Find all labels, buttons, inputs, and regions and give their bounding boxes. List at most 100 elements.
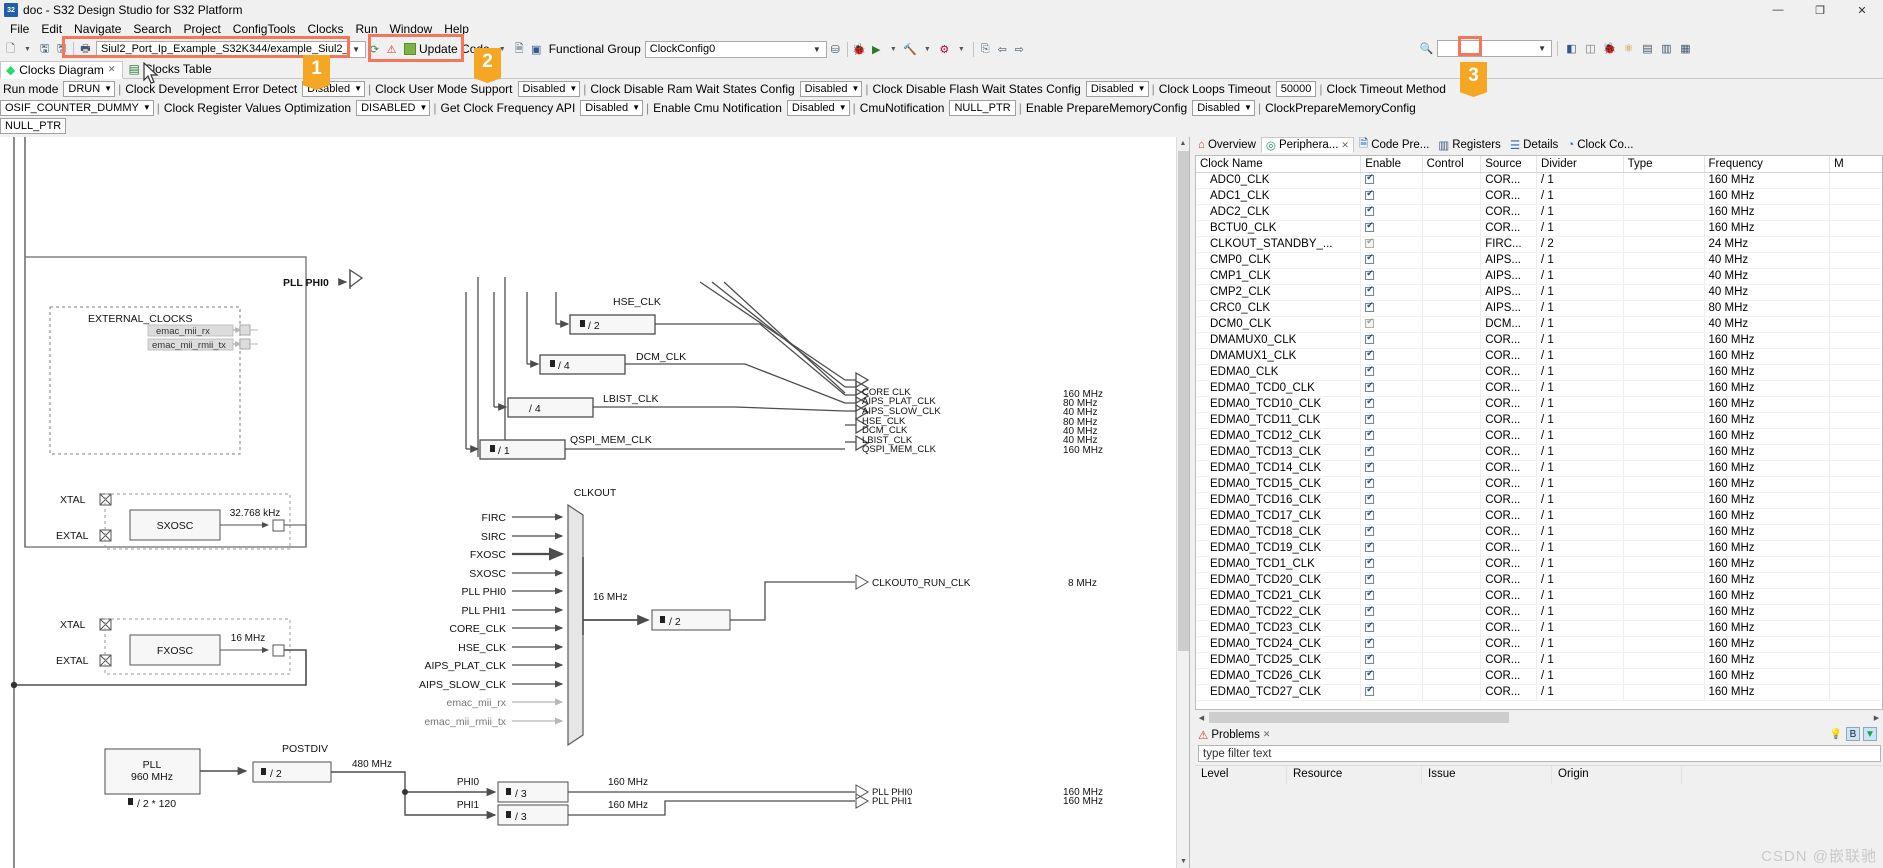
tab-details[interactable]: ☰ Details (1506, 137, 1562, 153)
clock-table-horizontal-scrollbar[interactable]: ◀ ▶ (1195, 711, 1883, 724)
table-row[interactable]: EDMA0_TCD0_CLK COR.../ 1 160 MHz (1196, 380, 1882, 397)
build-icon[interactable]: 🔨 (902, 41, 919, 58)
checkbox-icon[interactable] (1365, 572, 1375, 584)
menu-item-search[interactable]: Search (127, 21, 177, 37)
debug-icon[interactable]: 🐞 (851, 41, 868, 58)
cell-enable[interactable] (1360, 508, 1423, 525)
tab-overview[interactable]: ⌂ Overview (1194, 137, 1260, 153)
scrollbar-thumb[interactable] (1178, 151, 1189, 651)
checkbox-icon[interactable] (1365, 252, 1375, 264)
chevron-down-icon[interactable]: ▼ (349, 45, 363, 54)
cell-enable[interactable] (1360, 540, 1423, 557)
perspective-debug-icon[interactable]: 🐞 (1601, 40, 1618, 57)
clock-disable-flash-wait-select[interactable]: Disabled ▼ (1085, 80, 1149, 97)
close-icon[interactable]: ✕ (1341, 140, 1349, 151)
diagram-vertical-scrollbar[interactable]: ▲ ▼ (1176, 137, 1189, 868)
perspective-extra-icon[interactable]: ⚛ (1620, 40, 1637, 57)
table-row[interactable]: CRC0_CLK AIPS.../ 1 80 MHz (1196, 300, 1882, 317)
checkbox-icon[interactable] (1365, 220, 1375, 232)
cell-enable[interactable] (1360, 636, 1423, 653)
run-icon[interactable]: ▶ (868, 41, 885, 58)
checkbox-icon[interactable] (1365, 668, 1375, 680)
col-type[interactable]: Type (1623, 156, 1705, 173)
checkbox-icon[interactable] (1365, 300, 1375, 312)
get-clock-frequency-api-select[interactable]: Disabled ▼ (580, 99, 644, 116)
checkbox-icon[interactable] (1365, 508, 1375, 520)
tab-registers[interactable]: ▥ Registers (1434, 137, 1504, 153)
cell-enable[interactable] (1360, 492, 1423, 509)
table-row[interactable]: EDMA0_TCD21_CLK COR.../ 1 160 MHz (1196, 588, 1882, 605)
table-row[interactable]: EDMA0_TCD19_CLK COR.../ 1 160 MHz (1196, 540, 1882, 557)
checkbox-icon[interactable] (1365, 172, 1375, 184)
scroll-right-icon[interactable]: ▶ (1870, 711, 1883, 724)
cell-enable[interactable] (1360, 364, 1423, 381)
hint-icon[interactable]: 💡 (1829, 727, 1843, 741)
menu-item-navigate[interactable]: Navigate (68, 21, 127, 37)
table-row[interactable]: DMAMUX1_CLK COR.../ 1 160 MHz (1196, 348, 1882, 365)
chevron-down-icon[interactable]: ▼ (1240, 103, 1252, 112)
cell-enable[interactable] (1360, 588, 1423, 605)
checkbox-icon[interactable] (1365, 204, 1375, 216)
menu-item-file[interactable]: File (4, 21, 35, 37)
table-row[interactable]: DMAMUX0_CLK COR.../ 1 160 MHz (1196, 332, 1882, 349)
cell-enable[interactable] (1360, 604, 1423, 621)
checkbox-icon[interactable] (1365, 636, 1375, 648)
enable-prepare-memory-config-select[interactable]: Disabled ▼ (1192, 99, 1255, 116)
menu-item-run[interactable]: Run (350, 21, 384, 37)
tab-problems[interactable]: ⚠ Problems ✕ (1198, 728, 1270, 742)
menu-item-project[interactable]: Project (177, 21, 226, 37)
problems-col-resource[interactable]: Resource (1287, 766, 1422, 784)
chevron-down-icon[interactable]: ▼ (19, 41, 36, 58)
save-icon[interactable]: 🖫 (36, 41, 53, 58)
peripheral-icon[interactable]: ▣ (528, 41, 545, 58)
table-row[interactable]: EDMA0_TCD26_CLK COR.../ 1 160 MHz (1196, 668, 1882, 685)
refresh-icon[interactable]: ⟳ (366, 41, 383, 58)
warning-icon[interactable]: ⚠ (383, 41, 400, 58)
tab-peripherals[interactable]: ◎ Periphera... ✕ (1260, 137, 1354, 153)
cell-enable[interactable] (1360, 332, 1423, 349)
checkbox-icon[interactable] (1365, 364, 1375, 376)
table-row[interactable]: BCTU0_CLK COR.../ 1 160 MHz (1196, 220, 1882, 237)
chevron-down-icon[interactable]: ▼ (628, 103, 640, 112)
table-row[interactable]: EDMA0_TCD23_CLK COR.../ 1 160 MHz (1196, 620, 1882, 637)
cmu-notification-input[interactable]: NULL_PTR (949, 99, 1016, 116)
close-icon[interactable]: ✕ (108, 64, 116, 75)
checkbox-icon[interactable] (1365, 460, 1375, 472)
checkbox-icon[interactable] (1365, 604, 1375, 616)
cell-enable[interactable] (1360, 396, 1423, 413)
table-row[interactable]: DCM0_CLK DCM.../ 1 40 MHz (1196, 316, 1882, 333)
clock-user-mode-support-select[interactable]: Disabled ▼ (517, 80, 581, 97)
table-row[interactable]: EDMA0_TCD14_CLK COR.../ 1 160 MHz (1196, 460, 1882, 477)
table-row[interactable]: EDMA0_TCD13_CLK COR.../ 1 160 MHz (1196, 444, 1882, 461)
chevron-down-icon[interactable]: ▼ (565, 84, 577, 93)
clocks-diagram-canvas[interactable]: EXTERNAL_CLOCKS emac_mii_rx emac_mii_rmi… (0, 137, 1190, 868)
table-row[interactable]: EDMA0_TCD20_CLK COR.../ 1 160 MHz (1196, 572, 1882, 589)
table-row[interactable]: EDMA0_TCD24_CLK COR.../ 1 160 MHz (1196, 636, 1882, 653)
cell-enable[interactable] (1360, 284, 1423, 301)
table-row[interactable]: EDMA0_TCD18_CLK COR.../ 1 160 MHz (1196, 524, 1882, 541)
cell-enable[interactable] (1360, 652, 1423, 669)
problems-col-issue[interactable]: Issue (1422, 766, 1552, 784)
perspective-more-icon[interactable]: ▥ (1658, 40, 1675, 57)
table-row[interactable]: CMP0_CLK AIPS.../ 1 40 MHz (1196, 252, 1882, 269)
cell-enable[interactable] (1360, 204, 1423, 221)
cell-enable[interactable] (1360, 476, 1423, 493)
checkbox-icon[interactable] (1365, 348, 1375, 360)
menu-item-help[interactable]: Help (438, 21, 475, 37)
checkbox-icon[interactable] (1365, 684, 1375, 696)
bold-toggle-icon[interactable]: B (1846, 727, 1860, 741)
scroll-left-icon[interactable]: ◀ (1195, 711, 1208, 724)
chevron-down-icon[interactable]: ▼ (1134, 84, 1146, 93)
checkbox-icon[interactable] (1365, 444, 1375, 456)
clock-timeout-method-select[interactable]: OSIF_COUNTER_DUMMY ▼ (0, 99, 154, 116)
checkbox-icon[interactable] (1365, 492, 1375, 504)
col-m[interactable]: M (1829, 156, 1882, 173)
clock-loops-timeout-input[interactable]: 50000 (1275, 80, 1317, 97)
table-row[interactable]: EDMA0_CLK COR.../ 1 160 MHz (1196, 364, 1882, 381)
run-mode-select[interactable]: DRUN ▼ (63, 80, 116, 97)
checkbox-icon[interactable] (1365, 428, 1375, 440)
tab-clocks-table[interactable]: ▤ Clocks Table (123, 60, 218, 78)
toolbar-icon-a[interactable]: ⛁ (827, 41, 844, 58)
chevron-down-icon[interactable]: ▼ (810, 45, 824, 54)
cell-enable[interactable] (1360, 172, 1423, 189)
